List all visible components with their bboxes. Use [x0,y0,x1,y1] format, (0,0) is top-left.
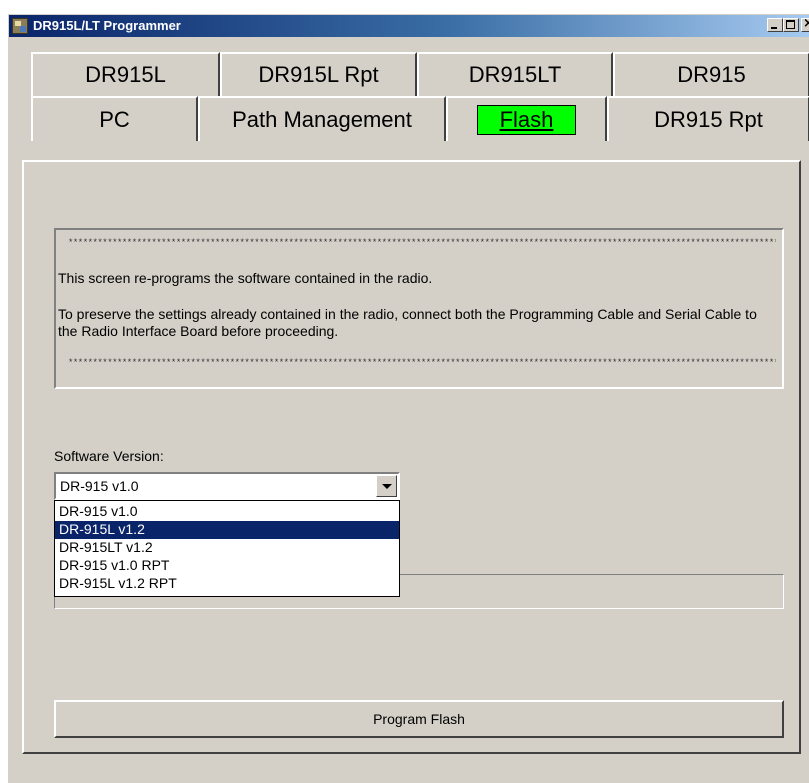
tab-label: DR915LT [468,62,562,87]
tab-label: DR915 Rpt [654,106,763,132]
tab-dr915l[interactable]: DR915L [31,52,220,96]
list-item[interactable]: DR-915L v1.2 [55,521,399,539]
tab-pc[interactable]: PC [31,96,198,141]
info-line-1: This screen re-programs the software con… [58,270,433,286]
info-box: ****************************************… [54,228,784,389]
tab-label: DR915L [85,62,166,87]
list-item[interactable]: DR-915 v1.0 [55,503,399,521]
tab-dr915[interactable]: DR915 [613,52,809,96]
software-version-select[interactable]: DR-915 v1.0 [54,472,400,500]
info-line-2: To preserve the settings already contain… [58,306,757,339]
close-button[interactable]: × [801,16,809,32]
list-item[interactable]: DR-915LT v1.2 [55,539,399,557]
software-version-label: Software Version: [54,448,164,464]
tab-path-management[interactable]: Path Management [198,96,446,141]
program-flash-button[interactable]: Program Flash [54,700,784,738]
minimize-button[interactable] [767,18,783,32]
tab-dr915lt[interactable]: DR915LT [417,52,613,96]
list-item[interactable]: DR-915L v1.2 RPT [55,575,399,593]
tab-label: PC [99,106,130,132]
tab-dr915l-rpt[interactable]: DR915L Rpt [220,52,417,96]
software-version-list: DR-915 v1.0 DR-915L v1.2 DR-915LT v1.2 D… [54,500,400,597]
dropdown-arrow-button[interactable] [376,475,397,497]
maximize-button[interactable] [783,18,799,32]
tab-label: Path Management [232,106,412,132]
window-title: DR915L/LT Programmer [33,18,181,33]
close-icon: × [803,16,809,31]
programmer-app-icon [12,18,28,34]
tab-dr915-rpt[interactable]: DR915 Rpt [607,96,809,141]
tab-label: DR915 [677,62,746,87]
tab-label: Flash [476,104,577,135]
flash-panel: ****************************************… [22,160,801,754]
tab-flash[interactable]: Flash [446,96,607,141]
software-version-value: DR-915 v1.0 [60,478,139,494]
list-item[interactable]: DR-915 v1.0 RPT [55,557,399,575]
tab-label: DR915L Rpt [258,62,379,87]
title-bar[interactable]: DR915L/LT Programmer × [9,15,809,37]
separator-line: ****************************************… [68,358,776,368]
separator-line: ****************************************… [68,238,776,248]
